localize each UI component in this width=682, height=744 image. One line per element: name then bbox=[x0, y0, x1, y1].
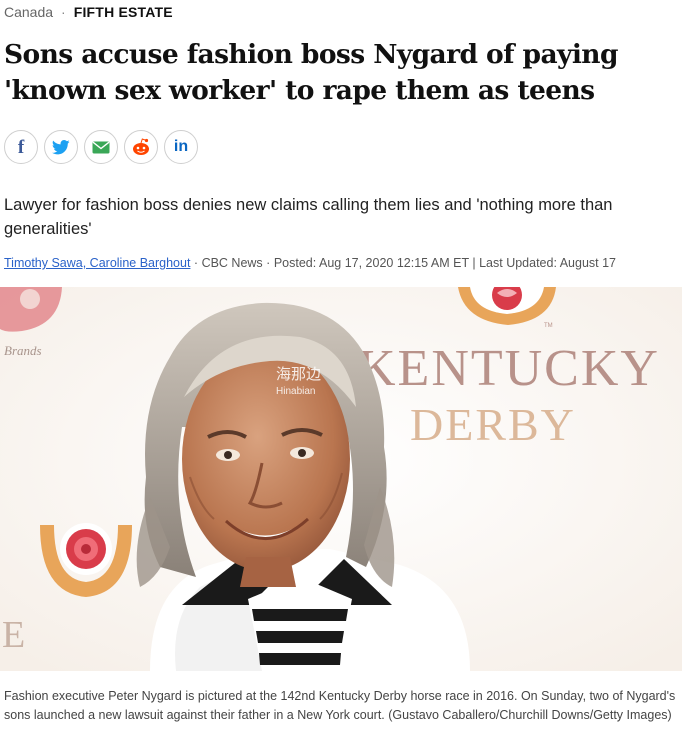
backdrop-kentucky-text: KENTUCKY bbox=[358, 340, 660, 397]
email-icon bbox=[92, 141, 110, 153]
email-share-button[interactable] bbox=[84, 130, 118, 164]
backdrop-brands-text: Brands bbox=[4, 343, 42, 358]
twitter-icon bbox=[52, 139, 70, 154]
article-byline: Timothy Sawa, Caroline Barghout · CBC Ne… bbox=[4, 256, 616, 270]
facebook-share-button[interactable]: f bbox=[4, 130, 38, 164]
byline-separator: · bbox=[193, 256, 202, 270]
linkedin-icon: in bbox=[173, 138, 189, 155]
article-deck: Lawyer for fashion boss denies new claim… bbox=[4, 196, 613, 238]
facebook-icon: f bbox=[17, 136, 25, 158]
svg-text:E: E bbox=[2, 614, 25, 656]
byline-updated: Last Updated: August 17 bbox=[479, 256, 617, 270]
byline-separator: · bbox=[266, 256, 274, 270]
byline-authors-link[interactable]: Timothy Sawa, Caroline Barghout bbox=[4, 256, 190, 270]
watermark-en-text: Hinabian bbox=[276, 386, 315, 397]
reddit-share-button[interactable] bbox=[124, 130, 158, 164]
breadcrumb: Canada · FIFTH ESTATE bbox=[4, 4, 173, 20]
backdrop-derby-text: DERBY bbox=[410, 399, 576, 450]
breadcrumb-section-link[interactable]: FIFTH ESTATE bbox=[74, 4, 173, 20]
article-headline: Sons accuse fashion boss Nygard of payin… bbox=[4, 39, 619, 106]
breadcrumb-category-link[interactable]: Canada bbox=[4, 4, 53, 20]
photo-caption: Fashion executive Peter Nygard is pictur… bbox=[4, 689, 676, 722]
watermark-cn-text: 海那边 bbox=[276, 365, 321, 383]
share-bar: f in bbox=[4, 130, 198, 164]
svg-text:TM: TM bbox=[544, 323, 553, 329]
byline-posted: Posted: Aug 17, 2020 12:15 AM ET bbox=[273, 256, 469, 270]
photo-illustration: Brands TM KENTUCKY DERBY E 海那边 Hinabian bbox=[0, 287, 682, 671]
twitter-share-button[interactable] bbox=[44, 130, 78, 164]
article-photo[interactable]: Brands TM KENTUCKY DERBY E 海那边 Hinabian bbox=[0, 287, 682, 671]
byline-outlet: CBC News bbox=[201, 256, 263, 270]
breadcrumb-separator: · bbox=[61, 4, 66, 20]
reddit-icon bbox=[133, 138, 149, 155]
linkedin-share-button[interactable]: in bbox=[164, 130, 198, 164]
